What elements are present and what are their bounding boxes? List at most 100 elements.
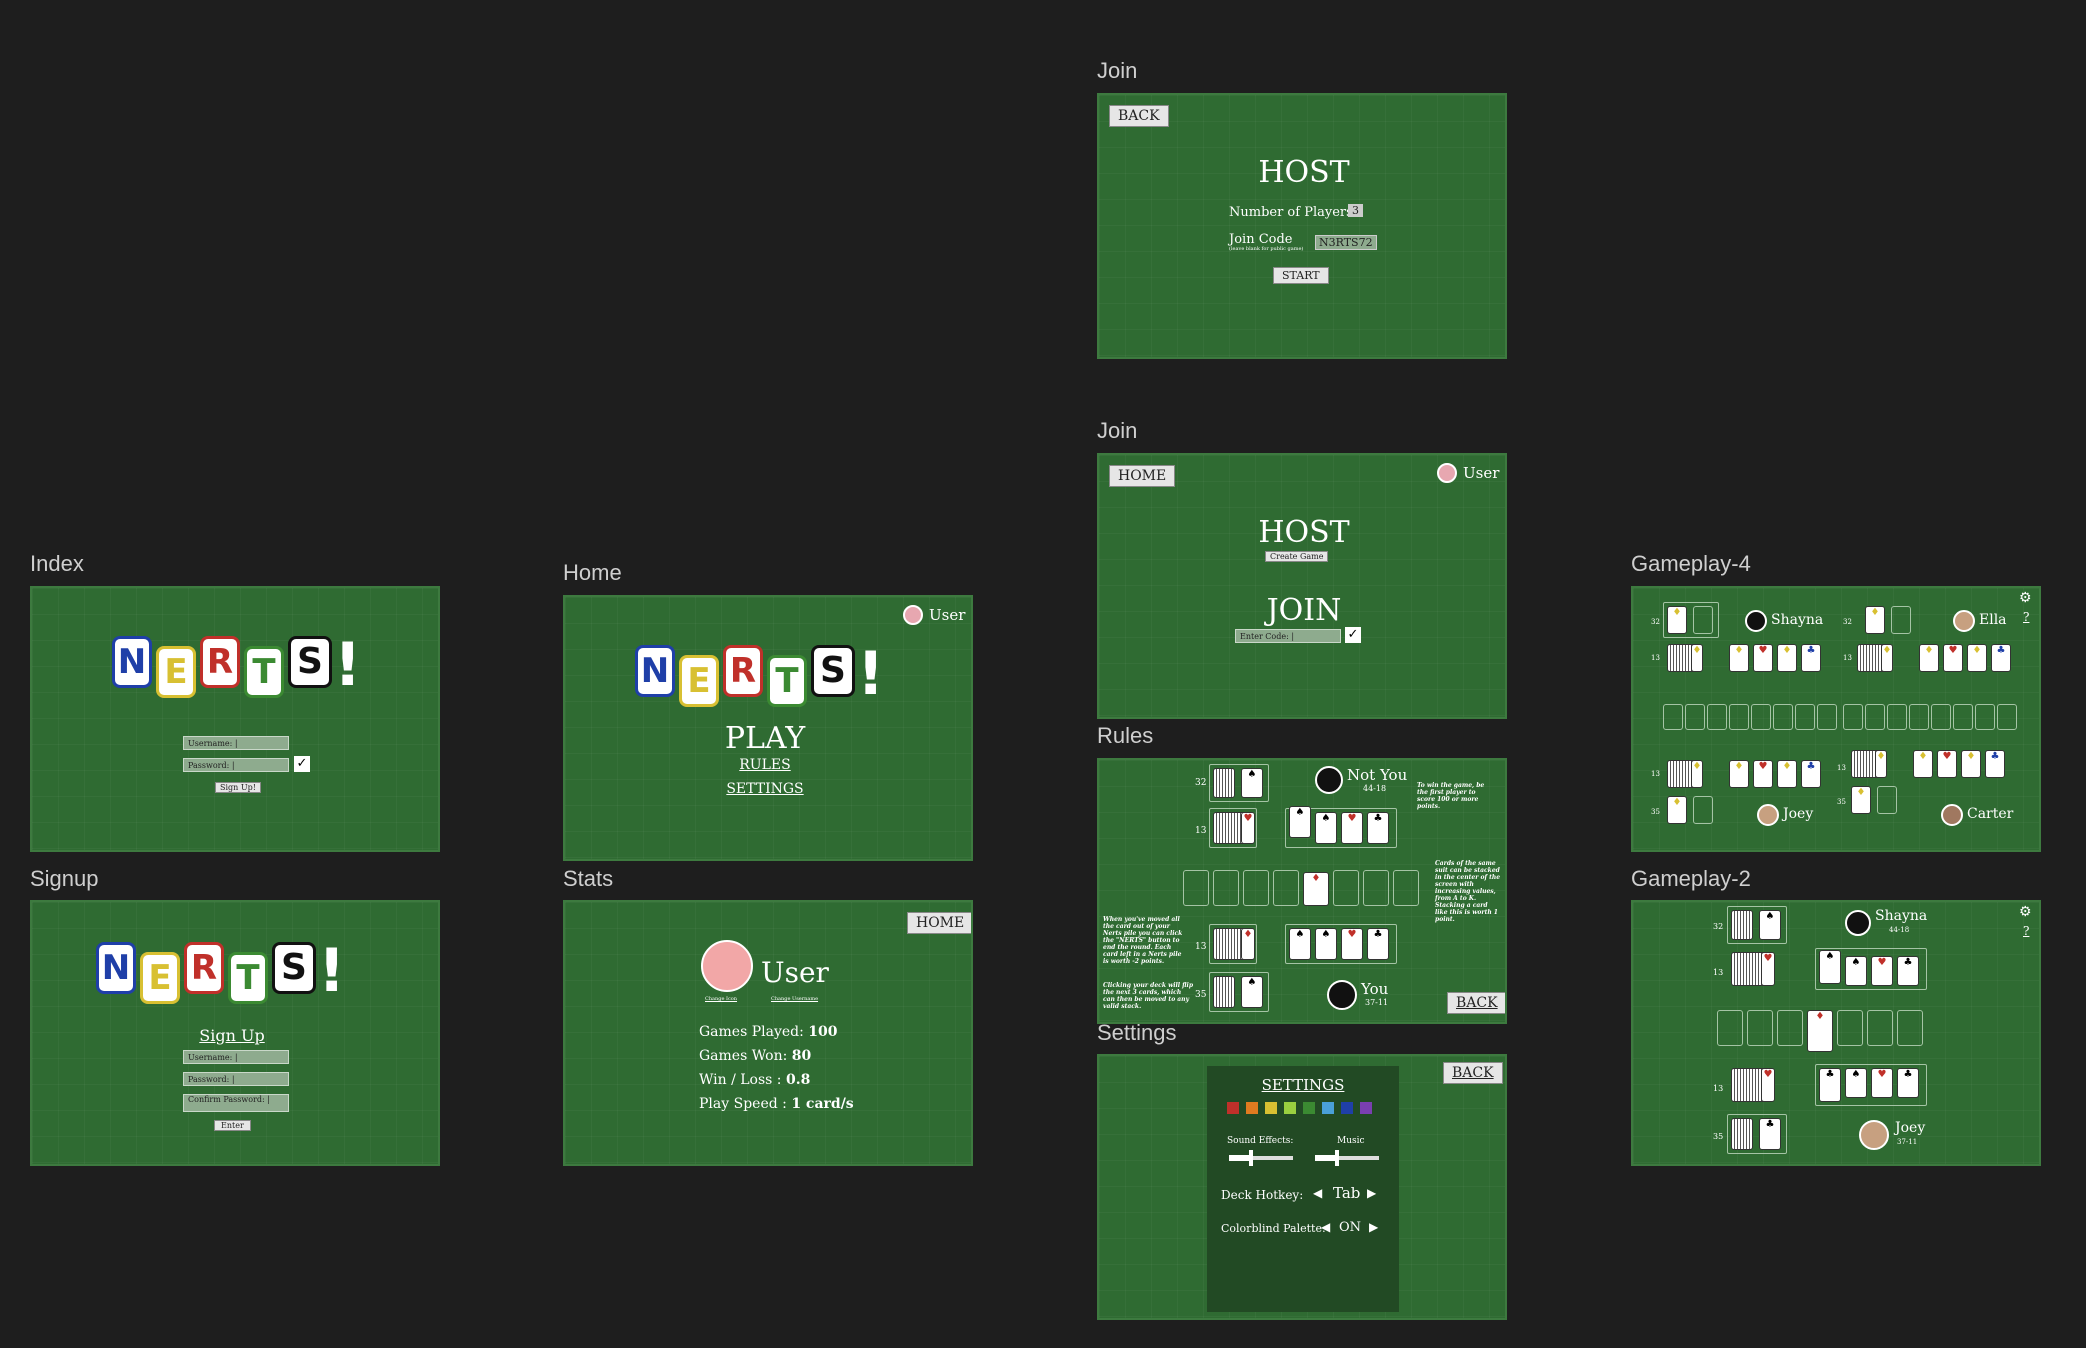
my-nerts-stack[interactable] [1213,976,1235,1008]
gear-icon[interactable]: ⚙ [2019,904,2032,920]
card[interactable]: ♣ [1819,1068,1841,1102]
card: ♦ [1919,644,1939,672]
create-game-button[interactable]: Create Game [1265,551,1329,562]
swatch-purple[interactable] [1360,1102,1372,1114]
my-name: You [1361,980,1389,998]
play-button[interactable]: PLAY [565,721,965,756]
frame-label-home: Home [563,560,622,585]
music-slider[interactable] [1315,1150,1379,1166]
games-won-row: Games Won: 80 [699,1048,811,1064]
start-button[interactable]: START [1273,267,1329,284]
enter-button[interactable]: Enter [214,1120,251,1131]
card: ♦ [1865,606,1885,634]
hotkey-right-arrow[interactable]: ▶ [1367,1186,1376,1200]
music-label: Music [1337,1136,1365,1146]
swatch-green[interactable] [1303,1102,1315,1114]
home-button[interactable]: HOME [1109,465,1176,487]
card[interactable]: ♦ [1729,760,1749,788]
user-avatar[interactable] [701,940,753,992]
player-score: 37-11 [1897,1138,1918,1146]
player-name: Carter [1967,806,2014,822]
card: ♦ [1667,606,1687,634]
music-slider-handle[interactable] [1335,1150,1340,1166]
my-nerts-card[interactable]: ♠ [1241,976,1263,1008]
logo-tile-e: E [679,655,719,707]
center-slot [1751,704,1771,730]
back-button[interactable]: BACK [1109,105,1169,127]
stock-count: 13 [1651,654,1660,662]
sound-slider[interactable] [1229,1150,1293,1166]
change-username-link[interactable]: Change Username [771,996,818,1002]
user-avatar[interactable] [1437,463,1457,483]
nerts-stack[interactable] [1731,1118,1753,1150]
logo-tile-r: R [184,942,224,994]
settings-link[interactable]: SETTINGS [565,781,965,797]
swatch-light-blue[interactable] [1322,1102,1334,1114]
card: ♦ [1967,644,1987,672]
card: ♥ [1761,952,1775,986]
my-work-4[interactable]: ♣ [1367,928,1389,960]
enter-code-input[interactable]: Enter Code: | [1235,629,1341,643]
swatch-blue[interactable] [1341,1102,1353,1114]
play-speed-label: Play Speed : [699,1096,787,1112]
username-field[interactable]: Username: | [183,1050,289,1064]
signup-button[interactable]: Sign Up! [215,782,261,793]
card[interactable]: ♥ [1753,760,1773,788]
card[interactable]: ♦ [1691,760,1703,788]
avatar-carter [1941,804,1963,826]
join-check-button[interactable]: ✓ [1345,627,1361,643]
center-slot [1363,870,1389,906]
change-icon-link[interactable]: Change Icon [705,996,737,1002]
user-avatar[interactable] [903,605,923,625]
gear-icon[interactable]: ⚙ [2019,590,2032,606]
logo-tile-r: R [200,636,240,688]
color-swatches [1227,1102,1377,1114]
card: ♣ [1801,644,1821,672]
back-button[interactable]: BACK [1447,992,1505,1014]
hotkey-left-arrow[interactable]: ◀ [1313,1186,1322,1200]
swatch-orange[interactable] [1246,1102,1258,1114]
signup-title: Sign Up [199,1026,265,1045]
my-work-3[interactable]: ♥ [1341,928,1363,960]
logo-tile-s: S [288,636,332,688]
card[interactable]: ♦ [1667,796,1687,824]
my-work-2[interactable]: ♠ [1315,928,1337,960]
sound-slider-handle[interactable] [1249,1150,1254,1166]
card[interactable]: ♦ [1777,760,1797,788]
card[interactable]: ♣ [1897,1068,1919,1098]
note-win: To win the game, be the first player to … [1417,782,1485,810]
palette-right-arrow[interactable]: ▶ [1369,1220,1378,1234]
password-field[interactable]: Password: | [183,1072,289,1086]
center-slot [1729,704,1749,730]
logo-tile-s: S [272,942,316,994]
join-code-input[interactable]: N3RTS72 [1315,235,1377,250]
back-button[interactable]: BACK [1443,1062,1503,1084]
my-work-1[interactable]: ♠ [1289,928,1311,960]
logo-tile-n: N [635,645,675,697]
swatch-yellow[interactable] [1265,1102,1277,1114]
username-field[interactable]: Username: | [183,736,289,750]
card[interactable]: ♥ [1761,1068,1775,1102]
my-stock-count: 13 [1195,942,1207,952]
host-title[interactable]: HOST [1099,515,1505,550]
card[interactable]: ♣ [1801,760,1821,788]
swatch-lime[interactable] [1284,1102,1296,1114]
card[interactable]: ♠ [1845,1068,1867,1098]
players-select[interactable]: 3 [1348,204,1363,217]
palette-left-arrow[interactable]: ◀ [1321,1220,1330,1234]
user-name[interactable]: User [929,606,965,624]
login-check-button[interactable]: ✓ [294,756,310,772]
confirm-password-field[interactable]: Confirm Password: | [183,1094,289,1112]
home-button[interactable]: HOME [907,912,971,934]
card[interactable]: ♣ [1759,1118,1781,1150]
password-field[interactable]: Password: | [183,758,289,772]
user-name[interactable]: User [1463,464,1499,482]
center-slot [1685,704,1705,730]
games-won-label: Games Won: [699,1048,788,1064]
rules-link[interactable]: RULES [565,757,965,773]
help-icon[interactable]: ? [2023,924,2029,938]
my-flip-card[interactable]: ♦ [1241,928,1255,960]
help-icon[interactable]: ? [2023,610,2029,624]
swatch-red[interactable] [1227,1102,1239,1114]
card[interactable]: ♥ [1871,1068,1893,1098]
